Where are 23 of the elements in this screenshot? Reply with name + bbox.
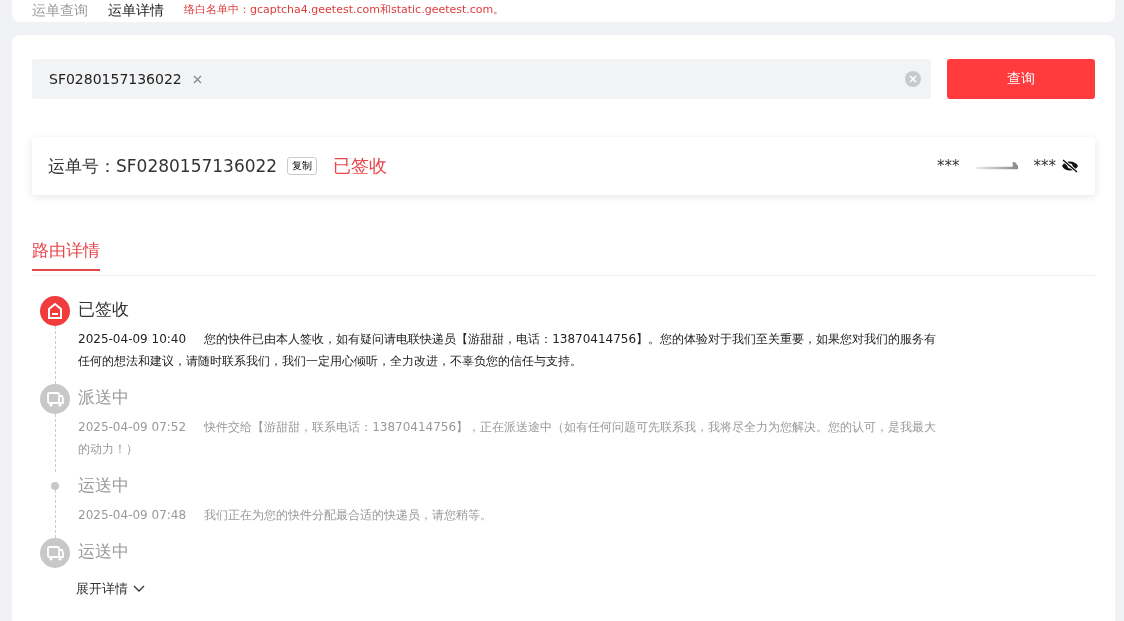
chevron-down-icon [133, 585, 145, 593]
origin-text: *** [937, 157, 960, 175]
event-title: 运送中 [78, 540, 129, 563]
close-icon[interactable] [192, 74, 202, 84]
event-title: 运送中 [78, 474, 130, 497]
search-field[interactable]: SF0280157136022 [32, 59, 931, 99]
route-details-tab[interactable]: 路由详情 [32, 239, 100, 271]
event-title: 派送中 [78, 386, 130, 409]
event-title: 已签收 [78, 298, 130, 321]
event-detail: 2025-04-09 07:52 快件交给【游甜甜，联系电话：13870414756】，正在派送途中（如有任何问题可先联系我，我将尽全力为您解决。您的认可，是我最大的动力！） [78, 419, 938, 458]
event-detail: 2025-04-09 07:48 我们正在为您的快件分配最合适的快递员，请您稍等。 [78, 507, 494, 524]
event-detail: 2025-04-09 10:40 您的快件已由本人签收，如有疑问请电联快递员【游甜甜，电话：13870414756】。您的体验对于我们至关重要，如果您对我们的服务有任何的想法和建议，请随时联系我们，我们一定用心倾听，全力改进，不辜负您的信任与支持。 [78, 331, 938, 370]
clear-icon[interactable] [905, 71, 921, 87]
expand-details-link[interactable]: 展开详情 [76, 580, 145, 598]
destination-text: *** [1033, 157, 1056, 175]
status-text: 已签收 [333, 154, 388, 178]
eye-slash-icon[interactable] [1061, 159, 1079, 173]
copy-button[interactable]: 复制 [287, 157, 318, 175]
notice-text: 络白名单中：gcaptcha4.geetest.com和static.geetest.com。 [184, 3, 505, 18]
waybill-number-text: SF0280157136022 [49, 71, 182, 87]
search-button[interactable]: 查询 [947, 59, 1095, 99]
page-tab[interactable]: 运单详情 [108, 1, 164, 22]
waybill-label: 运单号：SF0280157136022 [48, 154, 278, 178]
